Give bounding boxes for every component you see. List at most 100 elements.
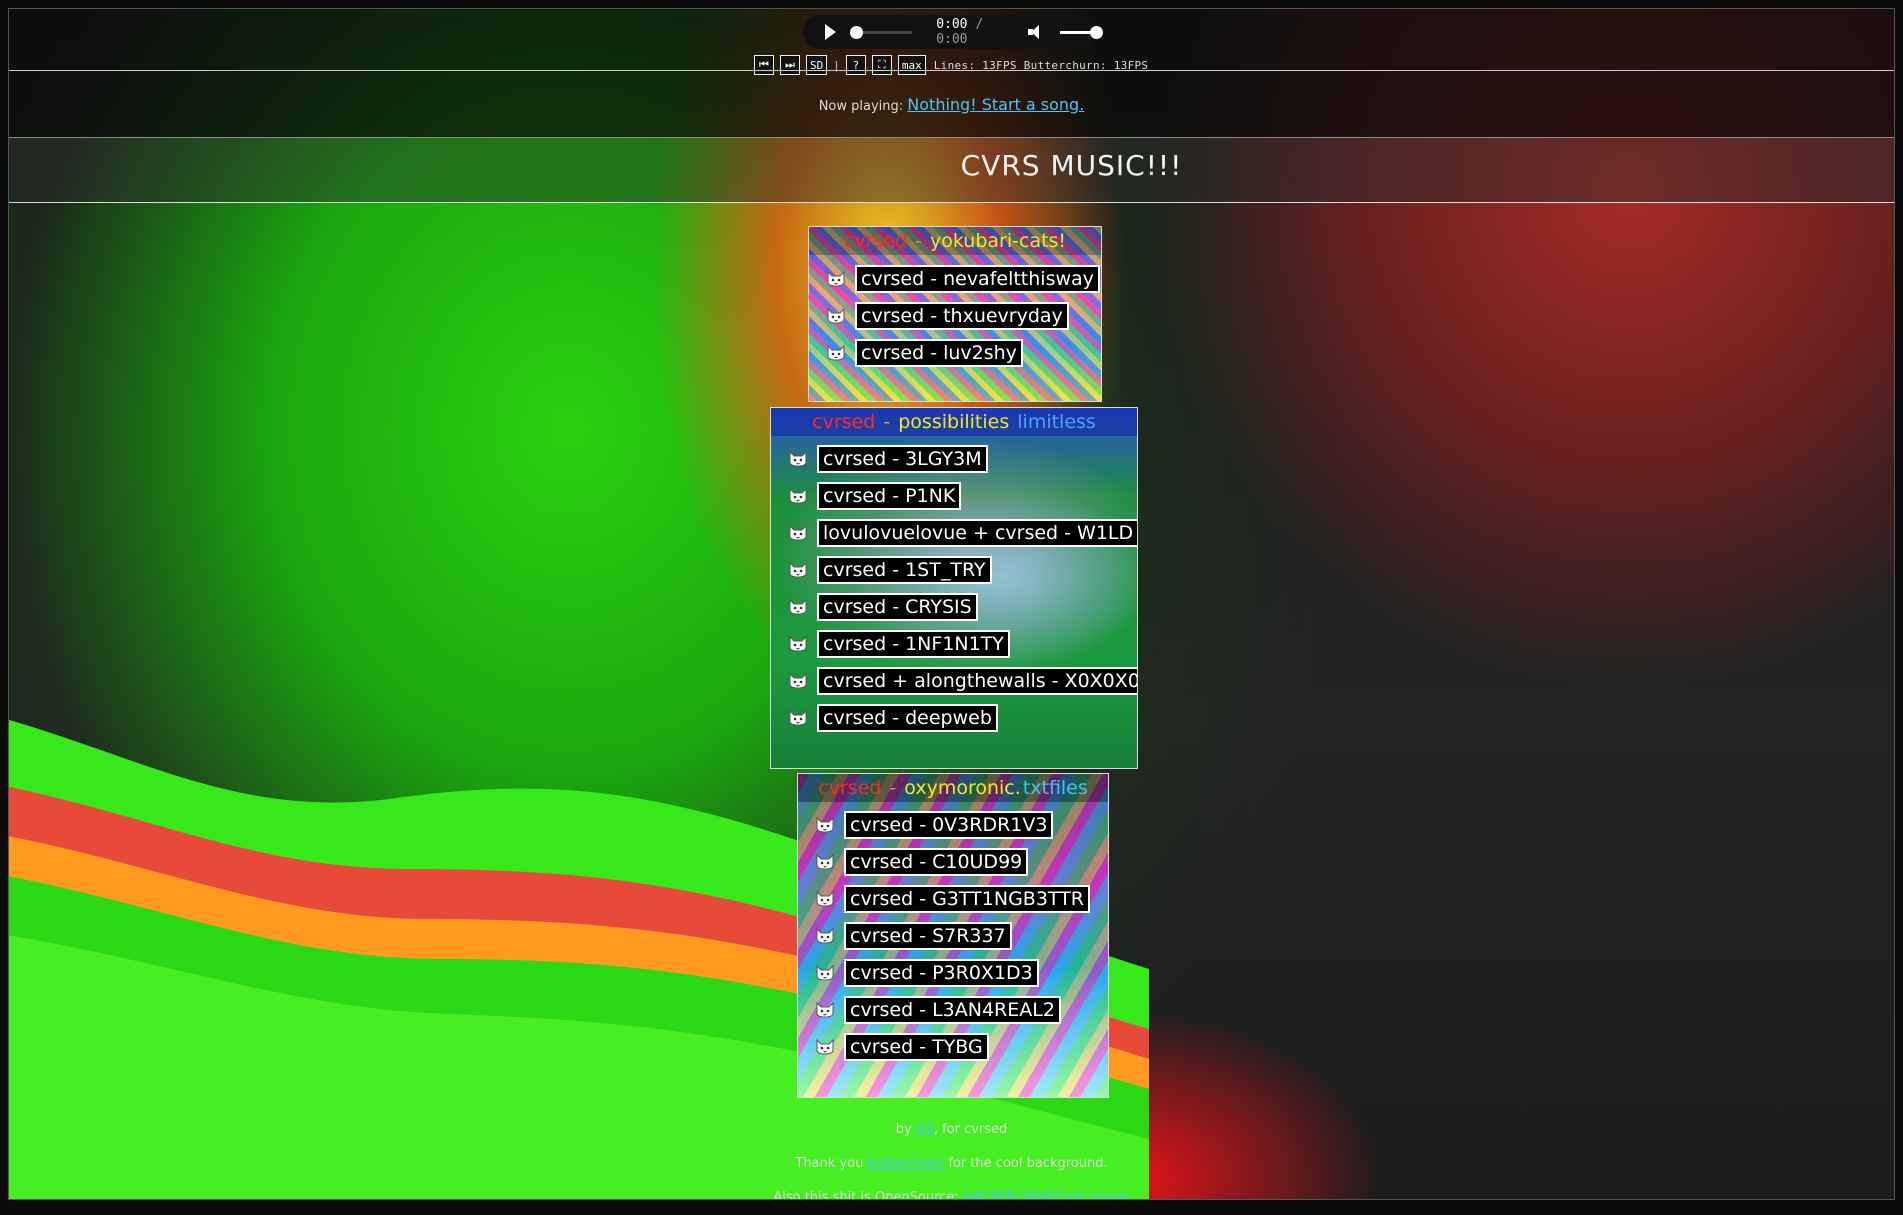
album-title: cvrsed - possibilities limitless (771, 408, 1137, 436)
cat-icon (787, 561, 809, 579)
track-item[interactable]: cvrsed - 1NF1N1TY (787, 625, 1137, 662)
now-playing-link[interactable]: Nothing! Start a song. (907, 95, 1084, 114)
seek-bar[interactable] (850, 25, 913, 39)
album-title-artist: cvrsed (812, 411, 876, 433)
cat-icon (814, 890, 836, 908)
track-label[interactable]: cvrsed - TYBG (844, 1032, 989, 1061)
cat-icon (787, 635, 809, 653)
cat-icon (814, 1001, 836, 1019)
track-item[interactable]: cvrsed - deepweb (787, 699, 1137, 736)
footer-credits: by H3, for cvrsed (9, 1122, 1894, 1137)
cat-icon (825, 344, 847, 362)
help-button[interactable]: ? (845, 55, 866, 75)
track-item[interactable]: lovulovuelovue + cvrsed - W1LD (787, 514, 1137, 551)
time-separator: / (967, 17, 984, 32)
volume-slider[interactable] (1060, 25, 1104, 39)
credits-by-suffix: , for cvrsed (933, 1122, 1008, 1137)
cat-icon (787, 672, 809, 690)
track-label[interactable]: cvrsed - 1NF1N1TY (817, 629, 1010, 658)
track-list: cvrsed - nevafeltthisway cvrsed - thxuev… (809, 255, 1101, 371)
album-oxymoronic-txtfiles: cvrsed - oxymoronic. txtfiles cvrsed - 0V… (797, 773, 1109, 1098)
track-label[interactable]: cvrsed - thxuevryday (855, 301, 1069, 330)
cat-icon (814, 964, 836, 982)
thanks-suffix: for the cool background. (944, 1156, 1108, 1171)
album-title-name: yokubari-cats! (930, 230, 1067, 252)
page-title: CVRS MUSIC!!! (960, 149, 1183, 182)
track-item[interactable]: cvrsed - 1ST_TRY (787, 551, 1137, 588)
footer-thanks: Thank you butterchurn for the cool backg… (9, 1156, 1894, 1171)
track-list: cvrsed - 3LGY3M cvrsed - P1NK lovulovuel… (771, 436, 1137, 736)
current-time: 0:00 (936, 17, 968, 32)
source-link[interactable]: HACKER-3000/cvrs_music (963, 1190, 1130, 1199)
butterchurn-link[interactable]: butterchurn (867, 1156, 944, 1171)
album-title-name-2: limitless (1017, 411, 1096, 433)
seek-handle[interactable] (850, 25, 863, 39)
album-title-dash: - (883, 777, 903, 799)
play-icon[interactable] (825, 24, 836, 40)
album-yokubari-cats: cvrsed - yokubari-cats! cvrsed - nevafel… (808, 226, 1102, 402)
album-title-name-2: txtfiles (1022, 777, 1088, 799)
fullscreen-button[interactable]: ⛶ (871, 55, 892, 75)
track-item[interactable]: cvrsed - L3AN4REAL2 (814, 991, 1108, 1028)
credits-by-prefix: by (895, 1122, 916, 1137)
track-label[interactable]: lovulovuelovue + cvrsed - W1LD (817, 518, 1137, 547)
album-title: cvrsed - oxymoronic. txtfiles (798, 774, 1108, 802)
album-title-dash: - (877, 411, 897, 433)
cat-icon (787, 450, 809, 468)
now-playing-label: Now playing: (818, 99, 908, 114)
cat-icon (814, 1038, 836, 1056)
track-label[interactable]: cvrsed - luv2shy (855, 338, 1023, 367)
track-label[interactable]: cvrsed - 3LGY3M (817, 444, 988, 473)
track-item[interactable]: cvrsed - S7R337 (814, 917, 1108, 954)
track-item[interactable]: cvrsed - P3R0X1D3 (814, 954, 1108, 991)
track-label[interactable]: cvrsed - CRYSIS (817, 592, 978, 621)
track-label[interactable]: cvrsed - deepweb (817, 703, 998, 732)
audio-player[interactable]: 0:00 / 0:00 (803, 15, 1104, 49)
track-label[interactable]: cvrsed - G3TT1NGB3TTR (844, 884, 1091, 913)
track-item[interactable]: cvrsed - nevafeltthisway (825, 260, 1101, 297)
volume-handle[interactable] (1090, 25, 1104, 39)
track-label[interactable]: cvrsed - nevafeltthisway (855, 264, 1100, 293)
album-title-name: oxymoronic. (904, 777, 1021, 799)
volume-icon[interactable] (1027, 25, 1040, 39)
track-label[interactable]: cvrsed - 1ST_TRY (817, 555, 992, 584)
track-item[interactable]: cvrsed - 3LGY3M (787, 440, 1137, 477)
visualizer-background: 0:00 / 0:00 ⏮ ⏭ SD | ? ⛶ max Lines: 13FP… (8, 8, 1895, 1200)
track-label[interactable]: cvrsed - P3R0X1D3 (844, 958, 1039, 987)
site-header: CVRS MUSIC!!! (9, 137, 1894, 203)
cat-icon (814, 927, 836, 945)
track-item[interactable]: cvrsed - 0V3RDR1V3 (814, 806, 1108, 843)
cat-icon (825, 307, 847, 325)
track-item[interactable]: cvrsed - C10UD99 (814, 843, 1108, 880)
player-controls: ⏮ ⏭ SD | ? ⛶ max Lines: 13FPS Butterchur… (754, 55, 1148, 75)
track-item[interactable]: cvrsed - CRYSIS (787, 588, 1137, 625)
track-item[interactable]: cvrsed - G3TT1NGB3TTR (814, 880, 1108, 917)
track-item[interactable]: cvrsed - TYBG (814, 1028, 1108, 1065)
author-link[interactable]: H3 (916, 1122, 934, 1137)
cat-icon (787, 598, 809, 616)
track-item[interactable]: cvrsed - luv2shy (825, 334, 1101, 371)
track-label[interactable]: cvrsed - C10UD99 (844, 847, 1029, 876)
now-playing: Now playing: Nothing! Start a song. (9, 95, 1894, 114)
album-possibilities-limitless: cvrsed - possibilities limitless cvrsed … (770, 407, 1138, 769)
footer-source: Also this shit is OpenSource: HACKER-300… (9, 1190, 1894, 1199)
track-label[interactable]: cvrsed + alongthewalls - X0X0X0 (817, 666, 1137, 695)
track-item[interactable]: cvrsed + alongthewalls - X0X0X0 (787, 662, 1137, 699)
top-bar-divider (9, 70, 1894, 71)
sd-quality-button[interactable]: SD (806, 55, 828, 75)
cat-icon (787, 487, 809, 505)
cat-icon (825, 270, 847, 288)
track-item[interactable]: cvrsed - P1NK (787, 477, 1137, 514)
track-label[interactable]: cvrsed - 0V3RDR1V3 (844, 810, 1054, 839)
track-list: cvrsed - 0V3RDR1V3 cvrsed - C10UD99 cvrs… (798, 802, 1108, 1065)
cat-icon (814, 816, 836, 834)
track-label[interactable]: cvrsed - L3AN4REAL2 (844, 995, 1061, 1024)
track-item[interactable]: cvrsed - thxuevryday (825, 297, 1101, 334)
track-label[interactable]: cvrsed - S7R337 (844, 921, 1012, 950)
previous-track-button[interactable]: ⏮ (754, 55, 774, 75)
thanks-prefix: Thank you (795, 1156, 868, 1171)
max-button[interactable]: max (897, 55, 926, 75)
next-track-button[interactable]: ⏭ (780, 55, 800, 75)
time-display: 0:00 / 0:00 (936, 17, 1012, 47)
track-label[interactable]: cvrsed - P1NK (817, 481, 962, 510)
